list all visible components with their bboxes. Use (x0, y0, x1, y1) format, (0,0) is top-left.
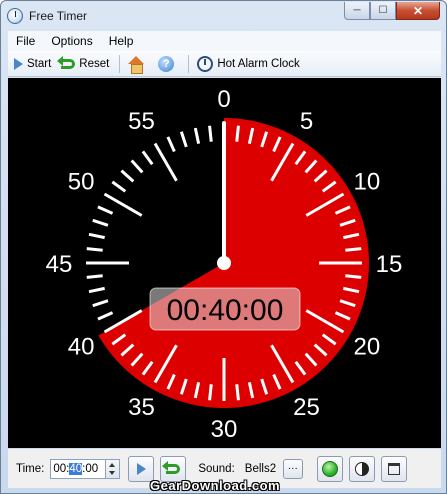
time-selected-segment: 40 (69, 462, 83, 475)
close-button[interactable]: ✕ (396, 2, 440, 20)
home-button[interactable] (128, 55, 148, 74)
dial-label: 50 (68, 169, 95, 196)
toolbar-separator (188, 54, 190, 73)
hot-alarm-clock-label: Hot Alarm Clock (217, 57, 300, 70)
dial-label: 25 (293, 394, 320, 421)
minor-tick (97, 311, 114, 321)
watermark-text: GearDownload.com (150, 478, 281, 493)
minor-tick (345, 274, 362, 279)
dial-label: 40 (68, 334, 95, 361)
time-input[interactable]: 00: 40:00 (50, 458, 107, 479)
minor-tick (88, 232, 105, 240)
hot-alarm-clock-button[interactable]: Hot Alarm Clock (197, 55, 300, 72)
dial-label: 0 (217, 86, 230, 113)
minor-tick (97, 205, 114, 215)
reset-label: Reset (79, 57, 110, 70)
dial-label: 35 (128, 394, 155, 421)
minor-tick (208, 384, 213, 401)
minor-tick (235, 125, 240, 142)
minor-tick (208, 125, 213, 142)
dial-label: 10 (354, 169, 381, 196)
window-controls: ─ ☐ ✕ (344, 2, 440, 20)
title-bar[interactable]: Free Timer ─ ☐ ✕ (1, 1, 446, 31)
hand-pivot (217, 256, 231, 270)
minor-tick (130, 159, 144, 174)
minimize-button[interactable]: ─ (344, 2, 370, 20)
toolbar: Start Reset ? Hot Alarm Clock (8, 51, 441, 77)
minor-tick (235, 384, 240, 401)
green-status-button[interactable] (316, 455, 343, 482)
minor-tick (92, 299, 109, 308)
minor-tick (111, 180, 127, 193)
minor-tick (88, 286, 105, 294)
play-icon (136, 462, 146, 475)
window-title: Free Timer (29, 9, 88, 23)
contrast-icon (354, 461, 369, 476)
contrast-button[interactable] (348, 455, 375, 482)
minor-tick (345, 247, 362, 252)
help-icon: ? (158, 55, 175, 72)
dial-label: 30 (211, 416, 238, 443)
reset-icon (57, 55, 76, 69)
menu-bar: File Options Help (8, 31, 441, 51)
minor-tick (86, 274, 103, 279)
dial-label: 5 (300, 108, 313, 135)
minor-tick (193, 127, 201, 144)
menu-file[interactable]: File (16, 34, 35, 48)
timer-dial-area: 0 5 10 15 20 25 30 35 40 45 50 55 00:40:00 (8, 78, 441, 448)
sound-label: Sound: (198, 462, 235, 475)
dial-label: 45 (46, 251, 73, 278)
timer-app-icon (7, 8, 23, 24)
dial-label: 15 (376, 251, 403, 278)
green-circle-icon (321, 460, 338, 477)
reset-icon (162, 460, 181, 474)
toolbar-separator (119, 54, 121, 73)
dial-label: 20 (354, 334, 381, 361)
time-spinner[interactable] (106, 458, 121, 479)
timer-dial[interactable]: 0 5 10 15 20 25 30 35 40 45 50 55 00:40:00 (8, 78, 441, 448)
reset-button[interactable]: Reset (57, 55, 110, 70)
home-icon (128, 55, 145, 74)
help-button[interactable]: ? (158, 55, 178, 72)
minor-tick (141, 150, 154, 166)
alarm-clock-icon (197, 55, 214, 72)
app-window: Free Timer ─ ☐ ✕ File Options Help Start… (0, 0, 447, 494)
menu-options[interactable]: Options (51, 34, 92, 48)
minor-tick (86, 247, 103, 252)
sound-value[interactable]: Bells2 (245, 459, 281, 479)
start-button[interactable]: Start (14, 57, 52, 70)
minor-tick (92, 218, 109, 227)
minor-tick (120, 169, 135, 183)
minor-tick (179, 131, 188, 148)
pin-button[interactable] (380, 455, 407, 482)
start-label: Start (27, 57, 52, 70)
minor-tick (166, 136, 176, 153)
digital-readout: 00:40:00 (167, 294, 284, 327)
time-prefix: 00: (53, 462, 70, 475)
time-label: Time: (16, 462, 45, 475)
sound-browse-button[interactable]: ··· (282, 458, 303, 479)
time-suffix: :00 (82, 462, 99, 475)
pin-icon (387, 462, 400, 475)
menu-help[interactable]: Help (109, 34, 134, 48)
maximize-button[interactable]: ☐ (370, 2, 396, 20)
play-icon (14, 57, 23, 70)
dial-label: 55 (128, 108, 155, 135)
